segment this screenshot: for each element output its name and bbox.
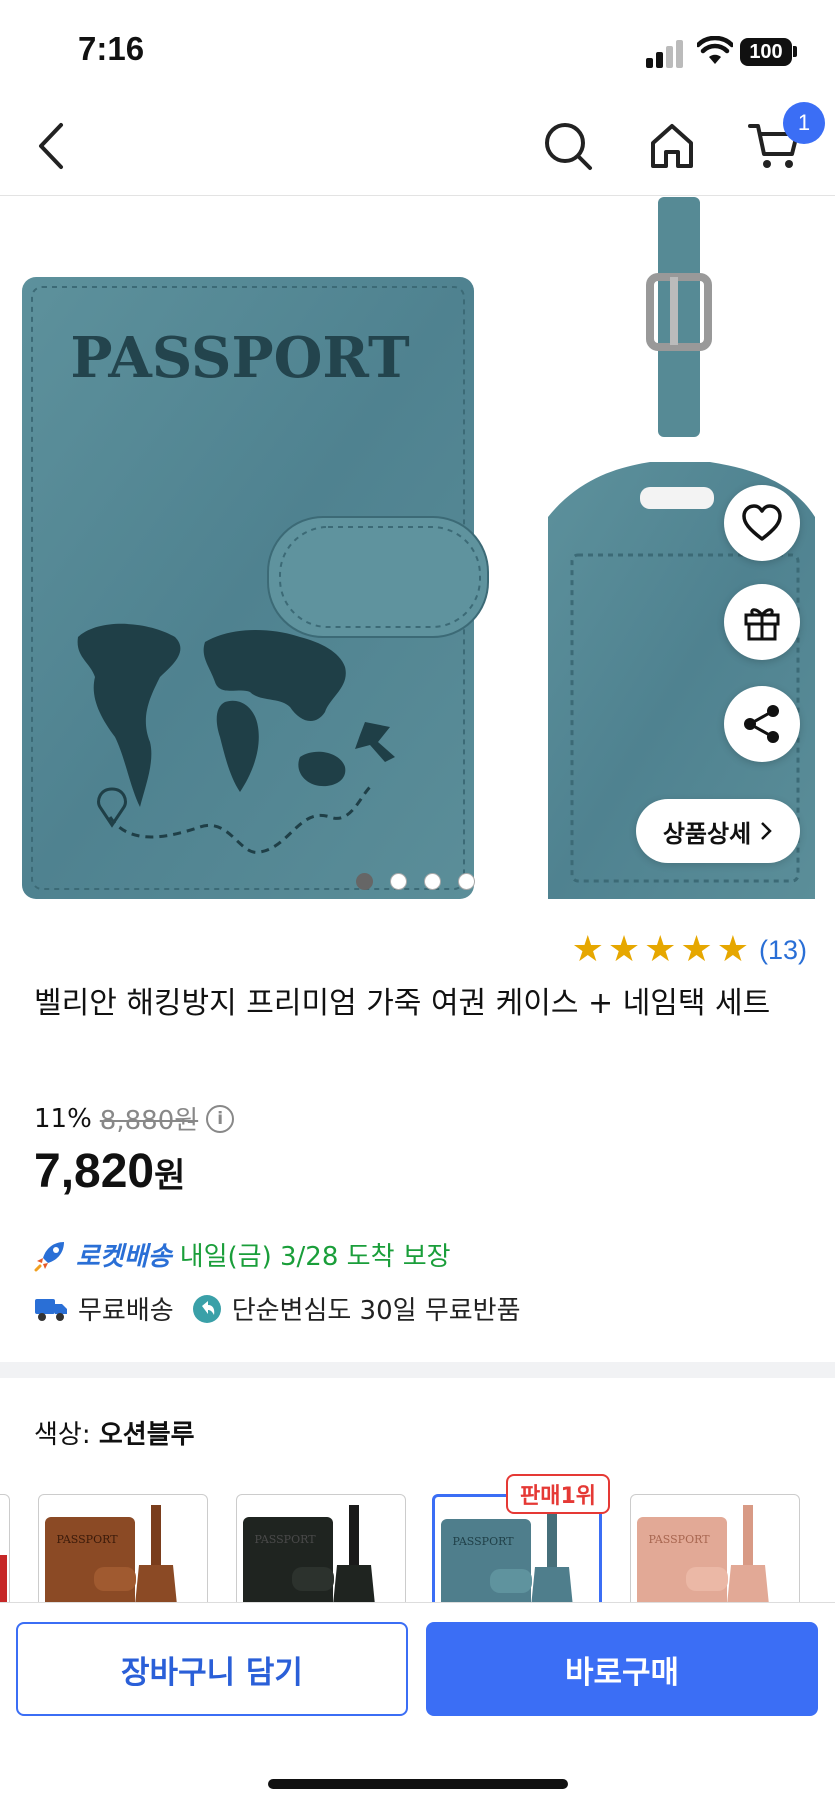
color-option-thumb[interactable] [0, 1494, 10, 1602]
color-option-pink[interactable]: PASSPORT [630, 1494, 800, 1602]
rocket-delivery-row: 로켓배송 내일(금) 3/28 도착 보장 [34, 1236, 451, 1273]
rocket-delivery-label: 로켓배송 [76, 1242, 172, 1272]
color-label: 색상: [34, 1420, 91, 1450]
nav-bar [0, 100, 835, 196]
carousel-indicator [356, 873, 475, 890]
info-icon[interactable]: i [206, 1104, 235, 1133]
product-detail-button[interactable]: 상품상세 [636, 799, 800, 863]
section-divider [0, 1362, 835, 1378]
color-option-brown[interactable]: PASSPORT [38, 1494, 208, 1602]
search-button[interactable] [538, 116, 598, 176]
star-icon: ★ [716, 929, 749, 970]
heart-icon [742, 504, 782, 541]
share-icon [744, 705, 779, 743]
bottom-action-bar: 장바구니 담기 바로구매 [0, 1602, 835, 1806]
battery-icon: 100 [740, 38, 792, 66]
sale-price: 7,820원 [34, 1144, 185, 1199]
star-icon: ★ [644, 929, 677, 970]
wishlist-button[interactable] [724, 485, 800, 561]
rating[interactable]: ★ ★ ★ ★ ★ (13) [572, 932, 807, 968]
share-button[interactable] [724, 686, 800, 762]
product-detail-label: 상품상세 [662, 819, 752, 848]
pink-passport-thumb: PASSPORT [637, 1505, 769, 1602]
review-count[interactable]: (13) [759, 935, 807, 966]
best-seller-badge: 판매1위 [506, 1474, 611, 1514]
search-icon [545, 123, 592, 170]
home-indicator[interactable] [268, 1779, 568, 1789]
selected-color: 오션블루 [98, 1420, 195, 1450]
carousel-dot [424, 873, 441, 890]
thumb-text: PASSPORT [452, 1535, 514, 1548]
free-shipping-label: 무료배송 [78, 1296, 174, 1326]
star-icon: ★ [571, 929, 604, 970]
return-policy-label: 단순변심도 30일 무료반품 [231, 1296, 521, 1326]
carousel-dot [390, 873, 407, 890]
sale-price-value: 7,820 [34, 1145, 155, 1198]
carousel-dot [458, 873, 475, 890]
passport-text: PASSPORT [70, 325, 410, 391]
truck-icon [35, 1298, 67, 1321]
cart-count-badge: 1 [783, 102, 825, 144]
chevron-left-icon [39, 123, 63, 169]
shipping-row: 무료배송 단순변심도 30일 무료반품 [34, 1290, 521, 1327]
battery-tip [793, 46, 797, 57]
carousel-dot [356, 873, 373, 890]
color-option-label: 색상: 오션블루 [34, 1414, 195, 1451]
product-image-carousel[interactable]: PASSPORT 상품상세 [0, 197, 835, 907]
status-bar: 7:16 100 [0, 0, 835, 100]
black-passport-thumb: PASSPORT [243, 1505, 375, 1602]
gift-icon [744, 608, 780, 641]
thumb-text: PASSPORT [648, 1533, 710, 1546]
original-price: 8,880원 [99, 1106, 199, 1136]
rocket-icon [34, 1241, 64, 1271]
color-option-black[interactable]: PASSPORT [236, 1494, 406, 1602]
chevron-right-icon [761, 822, 772, 840]
thumb-text: PASSPORT [56, 1533, 118, 1546]
thumb-text: PASSPORT [254, 1533, 316, 1546]
price-unit: 원 [154, 1157, 186, 1195]
discount-row: 11% 8,880원 i [34, 1100, 235, 1137]
brown-passport-thumb: PASSPORT [45, 1505, 177, 1602]
back-button[interactable] [20, 116, 80, 176]
star-icon: ★ [607, 929, 641, 970]
arrival-date: 내일(금) 3/28 도착 보장 [179, 1242, 451, 1272]
product-title: 벨리안 해킹방지 프리미엄 가죽 여권 케이스 + 네임택 세트 [34, 986, 771, 1021]
home-icon [651, 124, 693, 168]
cellular-signal-icon [646, 40, 684, 68]
home-button[interactable] [642, 116, 702, 176]
return-icon [192, 1294, 221, 1323]
wifi-icon [697, 36, 733, 64]
gift-button[interactable] [724, 584, 800, 660]
star-icon: ★ [680, 929, 713, 970]
color-option-list: PASSPORT PASSPORT PASSPORT PASSPORT [0, 1480, 835, 1602]
add-to-cart-button[interactable]: 장바구니 담기 [16, 1622, 408, 1716]
discount-rate: 11% [34, 1103, 92, 1134]
buy-now-button[interactable]: 바로구매 [426, 1622, 818, 1716]
status-time: 7:16 [78, 30, 145, 67]
